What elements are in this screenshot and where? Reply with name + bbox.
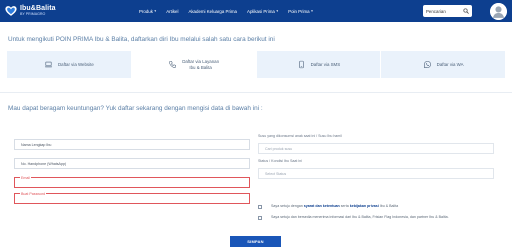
nav-item-produk[interactable]: Produk ▾	[139, 9, 156, 14]
form-heading: Mau dapat beragam keuntungan? Yuk daftar…	[8, 105, 263, 112]
field-placeholder: Nama Lengkap Ibu	[21, 143, 52, 147]
top-navigation-bar: Ibu&Balita BY PRIMAGRO Produk ▾ Artikel A…	[0, 0, 512, 22]
nav-label: Akademi Keluarga Prima	[188, 8, 238, 14]
phone-field[interactable]: No. Handphone (WhatsApp)	[14, 158, 250, 169]
field-label: Email	[20, 176, 31, 180]
chevron-down-icon: ▾	[154, 9, 157, 13]
heart-logo-icon	[5, 6, 17, 16]
full-name-field[interactable]: Nama Lengkap Ibu	[14, 139, 250, 150]
consent-text: Saya setuju dan bersedia menerima inform…	[271, 215, 449, 219]
status-select[interactable]: Select Status	[258, 168, 494, 179]
product-label: Susu yang dikonsumsi anak saat ini / Sus…	[258, 134, 342, 138]
tab-label: Daftar via Website	[57, 61, 94, 67]
logo-title: Ibu&Balita	[20, 5, 56, 13]
tab-label: Daftar via SMS	[310, 61, 341, 67]
main-nav: Produk ▾ Artikel Akademi Keluarga Prima A…	[139, 0, 313, 22]
laptop-icon	[44, 61, 53, 68]
nav-label: Poin Prima	[288, 8, 310, 14]
chevron-down-icon: ▾	[276, 9, 279, 13]
nav-item-poin-prima[interactable]: Poin Prima ▾	[288, 9, 313, 14]
terms-prefix: Saya setuju dengan	[271, 204, 304, 208]
terms-suffix: Ibu & Balita	[378, 204, 399, 208]
tab-label: Daftar via Layanan Ibu & Balita	[182, 59, 220, 70]
privacy-link[interactable]: kebijakan privasi	[350, 204, 379, 208]
consent-checkbox[interactable]	[258, 216, 262, 221]
search-label: Pencarian	[426, 8, 446, 14]
registration-options: Daftar via Website Daftar via Layanan Ib…	[7, 51, 505, 78]
password-field[interactable]: Buat Password	[14, 192, 250, 204]
terms-checkbox[interactable]	[258, 204, 262, 209]
whatsapp-icon	[423, 60, 431, 69]
consent-row: Saya setuju dan bersedia menerima inform…	[258, 215, 496, 221]
intro-text: Untuk mengikuti POIN PRIMA Ibu & Balita,…	[8, 36, 275, 43]
section-divider	[0, 92, 512, 93]
nav-item-aplikasi-prima[interactable]: Aplikasi Prima ▾	[247, 9, 278, 14]
terms-row: Saya setuju dengan syarat dan ketentuan …	[258, 204, 496, 209]
status-label: Status / Kondisi Ibu Saat ini	[258, 159, 302, 163]
field-label: Buat Password	[20, 192, 47, 196]
tab-daftar-sms[interactable]: Daftar via SMS	[256, 51, 381, 78]
phone-icon	[169, 61, 177, 68]
mobile-icon	[299, 60, 304, 69]
nav-label: Produk	[139, 8, 153, 14]
user-icon	[490, 2, 507, 20]
tab-daftar-website[interactable]: Daftar via Website	[7, 51, 131, 78]
field-placeholder: No. Handphone (WhatsApp)	[21, 162, 67, 166]
search-icon	[463, 8, 469, 14]
terms-link[interactable]: syarat dan ketentuan	[304, 204, 340, 208]
nav-label: Aplikasi Prima	[247, 8, 275, 14]
logo-subtitle: BY PRIMAGRO	[20, 12, 46, 17]
avatar[interactable]	[490, 2, 507, 20]
terms-middle: serta	[339, 204, 350, 208]
brand-logo[interactable]: Ibu&Balita BY PRIMAGRO	[4, 2, 56, 20]
tab-label: Daftar via WA	[436, 61, 464, 67]
status-placeholder: Select Status	[265, 172, 287, 177]
tab-daftar-layanan[interactable]: Daftar via Layanan Ibu & Balita	[131, 51, 256, 78]
nav-item-akademi[interactable]: Akademi Keluarga Prima	[188, 9, 237, 14]
product-placeholder: Cari produk susu	[265, 147, 293, 152]
product-search-input[interactable]: Cari produk susu	[258, 143, 494, 154]
email-field[interactable]: Email	[14, 176, 250, 188]
nav-label: Artikel	[166, 8, 179, 14]
tab-daftar-wa[interactable]: Daftar via WA	[381, 51, 505, 78]
nav-item-artikel[interactable]: Artikel	[166, 9, 178, 14]
terms-text: Saya setuju dengan syarat dan ketentuan …	[271, 204, 496, 209]
chevron-down-icon: ▾	[311, 9, 313, 13]
search-box[interactable]: Pencarian	[423, 5, 472, 17]
submit-button[interactable]: SIMPAN	[230, 236, 281, 247]
